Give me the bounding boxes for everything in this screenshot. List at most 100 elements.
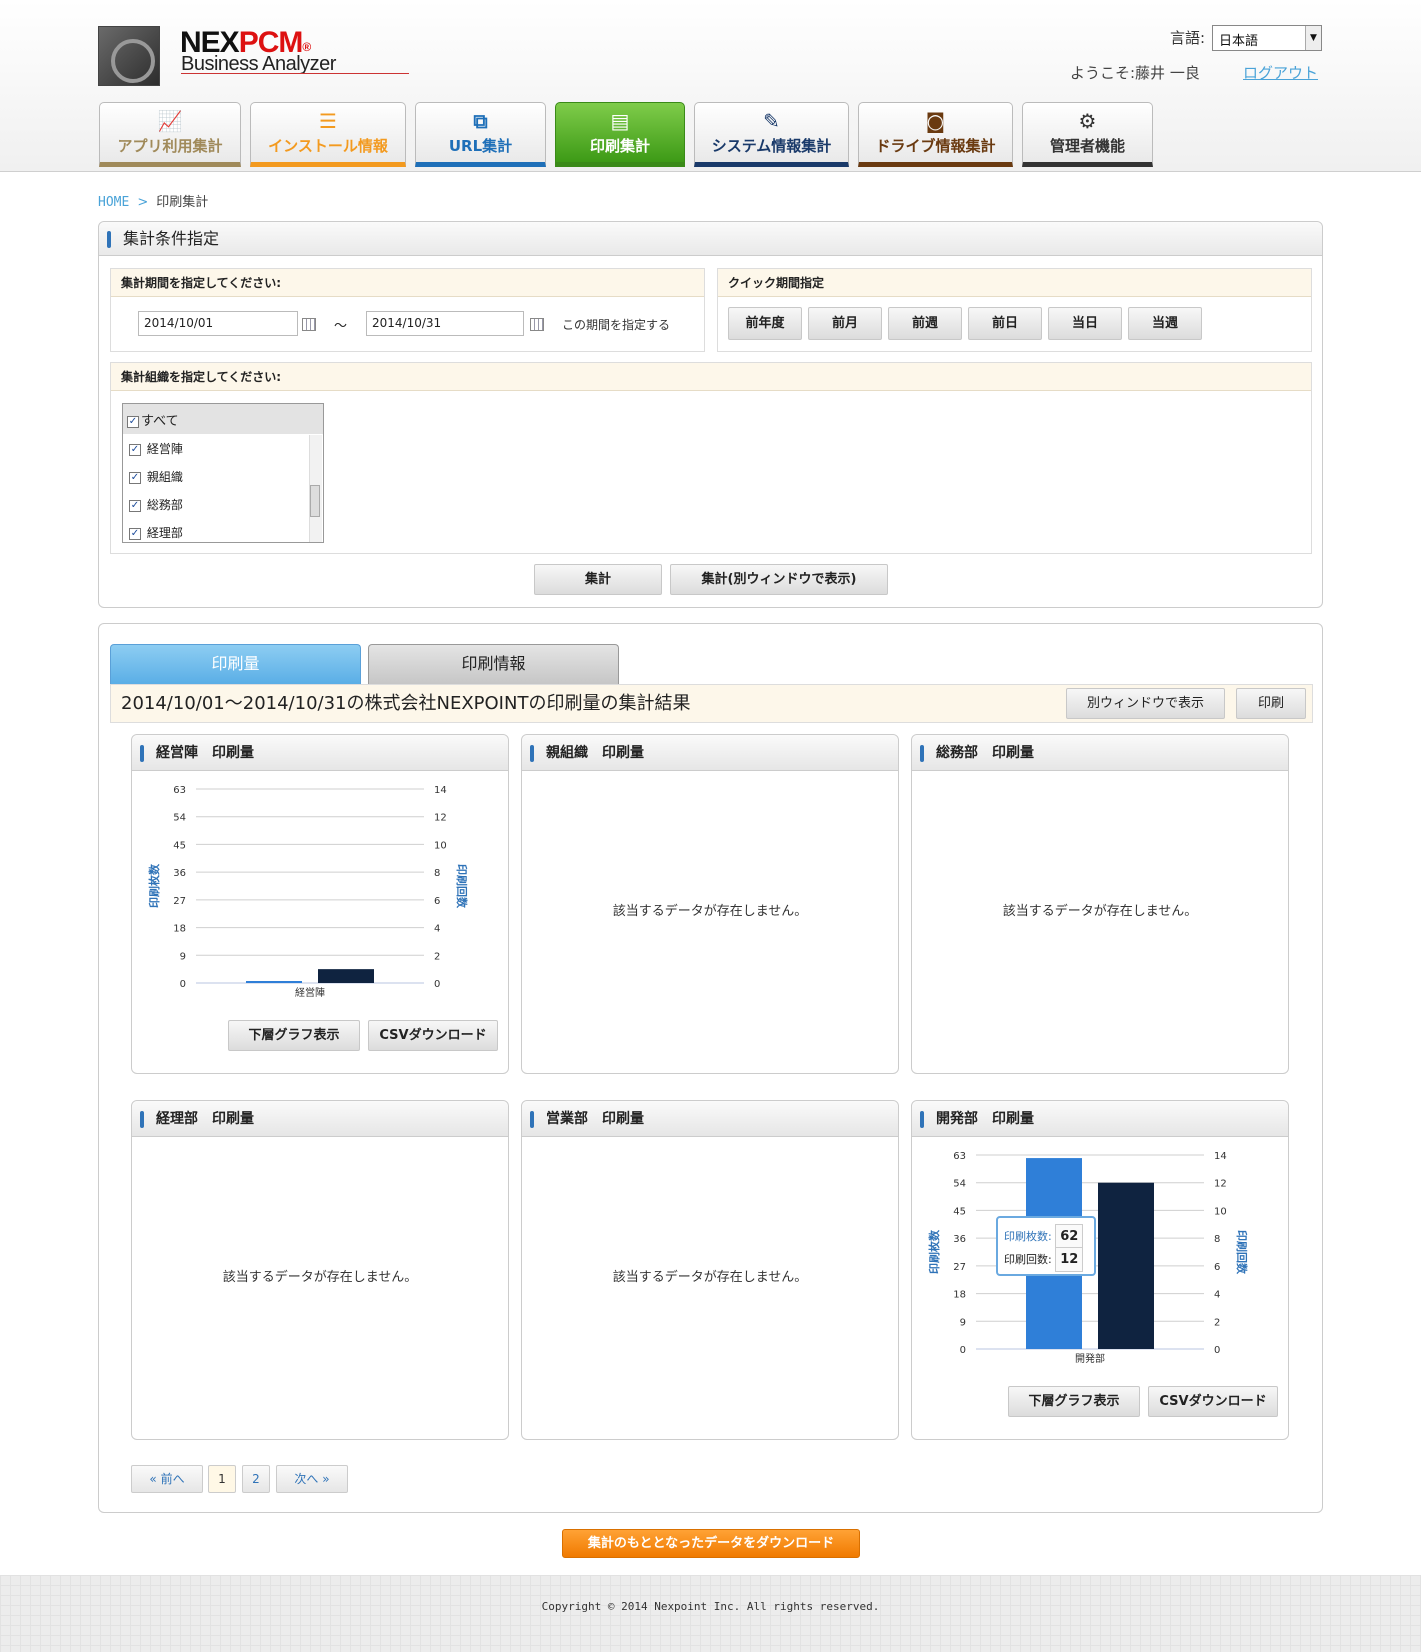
quick-last-fiscal-year-button[interactable]: 前年度 — [728, 307, 802, 340]
pager-page-1[interactable]: 1 — [208, 1465, 236, 1493]
quick-period-label: クイック期間指定 — [718, 269, 1311, 297]
language-label: 言語: — [1170, 29, 1206, 47]
nav-label: URL集計 — [448, 137, 513, 155]
y-tick-label: 27 — [173, 896, 186, 907]
nav-tab-install-info[interactable]: ☰ インストール情報 — [250, 102, 406, 167]
pager-next-button[interactable]: 次へ » — [276, 1465, 348, 1493]
nav-tab-system-info[interactable]: ✎ システム情報集計 — [694, 102, 849, 167]
org-all[interactable]: ✓ すべて — [123, 404, 323, 434]
quick-last-week-button[interactable]: 前週 — [888, 307, 962, 340]
y2-axis-label: 印刷回数 — [455, 864, 469, 909]
bar-print-count — [318, 969, 374, 983]
org-item[interactable]: ✓ 経理部 — [123, 518, 323, 542]
nav-label: 管理者機能 — [1049, 137, 1125, 155]
copyright: Copyright © 2014 Nexpoint Inc. All right… — [541, 1600, 880, 1613]
chart-panel-development: 開発部 印刷量 0 9 18 27 36 45 54 63 0 2 4 6 8 10 12 14 印刷枚数 印刷回… — [911, 1100, 1289, 1440]
company-logo — [98, 26, 160, 86]
checkbox-checked-icon[interactable]: ✓ — [129, 443, 141, 456]
y2-tick-label: 12 — [1214, 1179, 1227, 1190]
print-button[interactable]: 印刷 — [1236, 688, 1306, 719]
drill-down-button[interactable]: 下層グラフ表示 — [228, 1020, 360, 1051]
drill-down-button[interactable]: 下層グラフ表示 — [1008, 1386, 1140, 1417]
org-tree: ✓ すべて ✓ 経営陣 ✓ 親組織 ✓ 総務部 ✓ 経理部 — [122, 403, 324, 543]
y2-tick-label: 14 — [434, 785, 447, 796]
download-source-data-button[interactable]: 集計のもととなったデータをダウンロード — [562, 1529, 860, 1558]
y2-tick-label: 14 — [1214, 1151, 1227, 1162]
edit-icon: ✎ — [763, 109, 780, 133]
pager-prev-button[interactable]: « 前へ — [131, 1465, 203, 1493]
tab-print-volume[interactable]: 印刷量 — [110, 644, 361, 684]
y-tick-label: 0 — [180, 979, 186, 990]
nav-tab-app-usage[interactable]: 📈 アプリ利用集計 — [99, 102, 241, 167]
calendar-icon[interactable] — [302, 318, 316, 331]
link-icon: ⧉ — [473, 109, 488, 133]
x-category-label: 経営陣 — [295, 986, 325, 999]
period-label: 集計期間を指定してください: — [111, 269, 704, 297]
y-tick-label: 45 — [953, 1206, 966, 1217]
pager-page-2[interactable]: 2 — [242, 1465, 270, 1493]
x-category-label: 開発部 — [1075, 1352, 1105, 1365]
y-tick-label: 45 — [173, 840, 186, 851]
org-item[interactable]: ✓ 親組織 — [123, 462, 323, 490]
csv-download-button[interactable]: CSVダウンロード — [368, 1020, 498, 1051]
y2-tick-label: 4 — [1214, 1290, 1220, 1301]
checkbox-checked-icon[interactable]: ✓ — [129, 527, 141, 540]
y2-tick-label: 2 — [434, 951, 440, 962]
checkbox-checked-icon[interactable]: ✓ — [129, 499, 141, 512]
chart-panel-sales: 営業部 印刷量 該当するデータが存在しません。 — [521, 1100, 899, 1440]
gear-icon: ⚙ — [1078, 109, 1097, 133]
org-label: 集計組織を指定してください: — [111, 363, 1311, 391]
org-tree-scrollbar[interactable] — [309, 435, 322, 542]
y2-axis-label: 印刷回数 — [1235, 1230, 1249, 1275]
y-tick-label: 36 — [173, 868, 186, 879]
org-item[interactable]: ✓ 経営陣 — [123, 434, 323, 462]
nav-label: ドライブ情報集計 — [875, 137, 996, 155]
breadcrumb-home[interactable]: HOME — [98, 195, 129, 210]
tooltip-label: 印刷回数: — [1004, 1253, 1052, 1266]
aggregate-new-window-button[interactable]: 集計(別ウィンドウで表示) — [670, 564, 888, 595]
csv-download-button[interactable]: CSVダウンロード — [1148, 1386, 1278, 1417]
y2-tick-label: 2 — [1214, 1317, 1220, 1328]
header: NEXPCM® Business Analyzer 言語: 日本語 ▼ ようこそ:… — [0, 0, 1421, 172]
chart-panel-title: 総務部 印刷量 — [912, 735, 1288, 771]
date-to-input[interactable]: 2014/10/31 — [366, 311, 524, 336]
y2-tick-label: 8 — [434, 868, 440, 879]
nav-tab-print[interactable]: ▤ 印刷集計 — [555, 102, 685, 167]
tooltip-value: 62 — [1055, 1224, 1084, 1249]
nav-tab-url[interactable]: ⧉ URL集計 — [415, 102, 546, 167]
nav-tab-admin[interactable]: ⚙ 管理者機能 — [1022, 102, 1153, 167]
chevron-down-icon: ▼ — [1305, 26, 1321, 50]
y-tick-label: 0 — [960, 1345, 966, 1356]
org-item-label: 総務部 — [146, 498, 183, 512]
chart-panel-general-affairs: 総務部 印刷量 該当するデータが存在しません。 — [911, 734, 1289, 1074]
y-tick-label: 18 — [953, 1290, 966, 1301]
chart-panel-title: 営業部 印刷量 — [522, 1101, 898, 1137]
y-axis-label: 印刷枚数 — [147, 863, 161, 908]
apply-period-link[interactable]: この期間を指定する — [562, 316, 670, 333]
y2-tick-label: 4 — [434, 924, 440, 935]
tab-print-info[interactable]: 印刷情報 — [368, 644, 619, 684]
checkbox-checked-icon[interactable]: ✓ — [129, 471, 141, 484]
breadcrumb: HOME > 印刷集計 — [98, 191, 208, 210]
y-tick-label: 9 — [960, 1317, 966, 1328]
quick-today-button[interactable]: 当日 — [1048, 307, 1122, 340]
org-item-label: 経理部 — [146, 526, 183, 540]
nav-label: システム情報集計 — [711, 137, 832, 155]
scrollbar-thumb[interactable] — [310, 485, 320, 517]
nav-tab-drive-info[interactable]: ◙ ドライブ情報集計 — [858, 102, 1013, 167]
no-data-message: 該当するデータが存在しません。 — [1002, 904, 1198, 919]
checkbox-checked-icon[interactable]: ✓ — [127, 415, 139, 428]
y-tick-label: 54 — [953, 1179, 966, 1190]
open-window-button[interactable]: 別ウィンドウで表示 — [1066, 688, 1225, 719]
aggregate-button[interactable]: 集計 — [534, 564, 662, 595]
language-select[interactable]: 日本語 ▼ — [1212, 25, 1322, 51]
bar-print-count — [1098, 1182, 1154, 1349]
org-item[interactable]: ✓ 総務部 — [123, 490, 323, 518]
quick-this-week-button[interactable]: 当週 — [1128, 307, 1202, 340]
quick-yesterday-button[interactable]: 前日 — [968, 307, 1042, 340]
logout-link[interactable]: ログアウト — [1243, 62, 1318, 83]
date-from-input[interactable]: 2014/10/01 — [138, 311, 298, 336]
quick-last-month-button[interactable]: 前月 — [808, 307, 882, 340]
calendar-icon[interactable] — [530, 318, 544, 331]
rss-icon: ◙ — [925, 109, 946, 133]
